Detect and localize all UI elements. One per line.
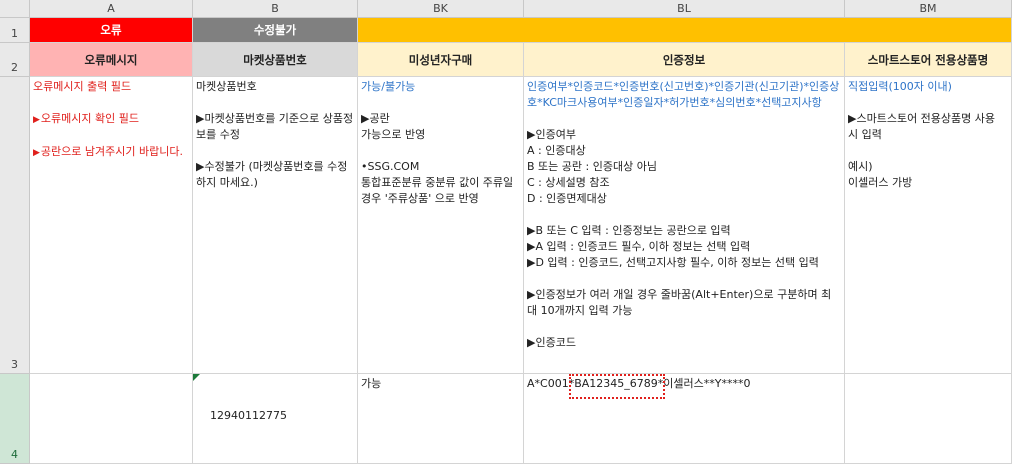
- bm3-line1: 직접입력(100자 이내): [848, 80, 952, 93]
- row-header-2[interactable]: 2: [0, 43, 30, 77]
- bl3-line3: B 또는 C 입력 : 인증정보는 공란으로 입력: [535, 224, 731, 237]
- bk3-line3: •SSG.COM 통합표준분류 중분류 값이 주류일 경우 '주류상품' 으로 …: [361, 160, 514, 205]
- cell-a4[interactable]: [30, 374, 193, 464]
- bl3-line5: D 입력 : 인증코드, 선택고지사항 필수, 이하 정보는 선택 입력: [535, 256, 819, 269]
- bl3-line7: 인증코드: [535, 336, 576, 349]
- select-all-corner[interactable]: [0, 0, 30, 18]
- cell-bk4-minor-purchase[interactable]: 가능: [358, 374, 524, 464]
- a3-line1: 오류메시지 출력 필드: [33, 80, 132, 93]
- row-header-1[interactable]: 1: [0, 18, 30, 43]
- column-header-bl[interactable]: BL: [524, 0, 845, 18]
- b3-line2: 마켓상품번호를 기준으로 상품정보를 수정: [196, 112, 354, 141]
- bl3-line4: A 입력 : 인증코드 필수, 이하 정보는 선택 입력: [535, 240, 751, 253]
- cell-b1-readonly-group[interactable]: 수정불가: [193, 18, 358, 43]
- cell-b4-market-product-no[interactable]: 12940112775: [193, 374, 358, 464]
- bm3-line3: 예시) 이셀러스 가방: [848, 160, 913, 189]
- spreadsheet: A B BK BL BM 1 2 3 4 오류 수정불가 오류메시지 마켓상품번…: [0, 0, 1012, 464]
- column-header-bm[interactable]: BM: [845, 0, 1012, 18]
- b3-line1: 마켓상품번호: [196, 80, 257, 93]
- column-header-bk[interactable]: BK: [358, 0, 524, 18]
- a3-line2: 오류메시지 확인 필드: [40, 112, 139, 125]
- cell-bm2-smartstore-name-header[interactable]: 스마트스토어 전용상품명: [845, 43, 1012, 77]
- cell-a1-error-group[interactable]: 오류: [30, 18, 193, 43]
- cell-bm4[interactable]: [845, 374, 1012, 464]
- number-as-text-indicator-icon: [193, 374, 200, 381]
- bm3-line2: 스마트스토어 전용상품명 사용 시 입력: [848, 112, 999, 141]
- triangle-bullet-icon: ▶: [33, 115, 40, 125]
- bl3-line1: 인증여부*인증코드*인증번호(신고번호)*인증기관(신고기관)*인증상호*KC마…: [527, 80, 840, 109]
- cell-bm3-description[interactable]: 직접입력(100자 이내) ▶스마트스토어 전용상품명 사용 시 입력 예시) …: [845, 77, 1012, 374]
- bl4-value-pre: A*C001*: [527, 377, 575, 390]
- bk3-line1: 가능/불가능: [361, 80, 416, 93]
- cell-b3-description[interactable]: 마켓상품번호 ▶마켓상품번호를 기준으로 상품정보를 수정 ▶수정불가 (마켓상…: [193, 77, 358, 374]
- b4-value: 12940112775: [210, 409, 287, 422]
- column-header-a[interactable]: A: [30, 0, 193, 18]
- cell-bl2-certification-header[interactable]: 인증정보: [524, 43, 845, 77]
- cell-a2-error-message-header[interactable]: 오류메시지: [30, 43, 193, 77]
- bl3-line2: 인증여부 A : 인증대상 B 또는 공란 : 인증대상 아님 C : 상세설명…: [527, 128, 657, 205]
- selection-marquee: [569, 374, 665, 399]
- bk3-line2: 공란 가능으로 반영: [361, 112, 426, 141]
- cell-bk3-description[interactable]: 가능/불가능 ▶공란 가능으로 반영 •SSG.COM 통합표준분류 중분류 값…: [358, 77, 524, 374]
- cell-a3-description[interactable]: 오류메시지 출력 필드 ▶오류메시지 확인 필드 ▶공란으로 남겨주시기 바랍니…: [30, 77, 193, 374]
- bk4-value: 가능: [361, 377, 382, 390]
- row-header-4[interactable]: 4: [0, 374, 30, 464]
- cell-bl3-description[interactable]: 인증여부*인증코드*인증번호(신고번호)*인증기관(신고기관)*인증상호*KC마…: [524, 77, 845, 374]
- bl4-value-post: *이셀러스**Y****0: [657, 377, 751, 390]
- a3-line3: 공란으로 남겨주시기 바랍니다.: [40, 145, 183, 158]
- cell-bk1-yellow-band[interactable]: [358, 18, 1012, 43]
- b3-line3: 수정불가 (마켓상품번호를 수정하지 마세요.): [196, 160, 348, 189]
- column-header-b[interactable]: B: [193, 0, 358, 18]
- cell-b2-market-product-no-header[interactable]: 마켓상품번호: [193, 43, 358, 77]
- triangle-bullet-icon: ▶: [33, 148, 40, 158]
- cell-bk2-minor-purchase-header[interactable]: 미성년자구매: [358, 43, 524, 77]
- bl3-line6: 인증정보가 여러 개일 경우 줄바꿈(Alt+Enter)으로 구분하며 최대 …: [527, 288, 832, 317]
- row-header-3[interactable]: 3: [0, 77, 30, 374]
